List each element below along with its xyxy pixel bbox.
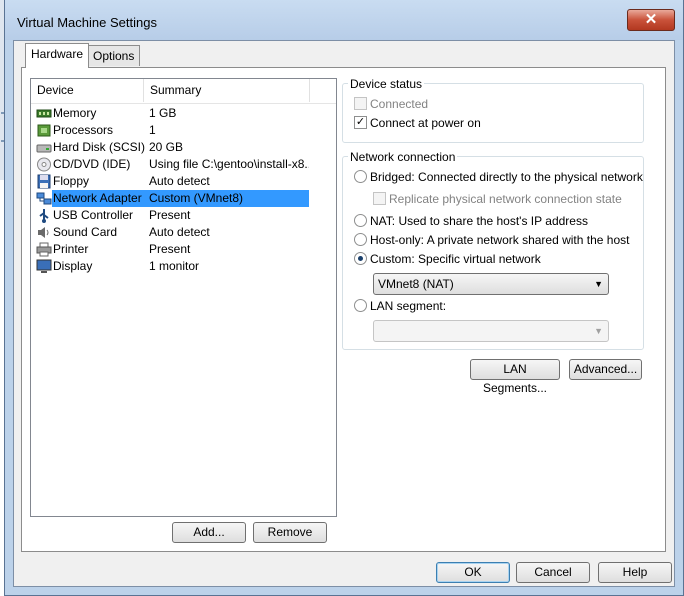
ok-button[interactable]: OK [436, 562, 510, 583]
device-status-group: Device status Connected ✓ Connect at pow… [342, 77, 644, 143]
device-summary: 1 GB [149, 106, 177, 120]
close-button[interactable]: ✕ [627, 9, 675, 31]
custom-network-select[interactable]: VMnet8 (NAT) ▼ [373, 273, 609, 295]
custom-network-value: VMnet8 (NAT) [378, 277, 454, 291]
title-bar[interactable]: Virtual Machine Settings ✕ [5, 0, 683, 40]
device-rows: Memory 1 GB Processors 1 Hard Disk (SCSI) 20 … [31, 105, 336, 275]
device-row[interactable]: Floppy Auto detect [31, 173, 336, 190]
device-name: Memory [53, 106, 97, 120]
device-row[interactable]: Processors 1 [31, 122, 336, 139]
device-summary: Auto detect [149, 225, 210, 239]
device-name: Printer [53, 242, 89, 256]
help-button[interactable]: Help [598, 562, 672, 583]
lan-segments-button[interactable]: LAN Segments... [470, 359, 560, 395]
device-summary: 20 GB [149, 140, 184, 154]
device-row[interactable]: Network Adapter Custom (VMnet8) [31, 190, 336, 207]
display-icon [36, 259, 52, 274]
device-row[interactable]: USB Controller Present [31, 207, 336, 224]
device-summary: Using file C:\gentoo\install-x8... [149, 157, 309, 171]
replicate-checkbox[interactable] [373, 192, 386, 205]
device-name: Network Adapter [53, 191, 142, 205]
device-row[interactable]: Display 1 monitor [31, 258, 336, 275]
lan-segment-select[interactable]: ▼ [373, 320, 609, 342]
device-name: USB Controller [53, 208, 134, 222]
device-row[interactable]: Sound Card Auto detect [31, 224, 336, 241]
network-connection-title: Network connection [348, 150, 458, 164]
floppy-icon [36, 174, 52, 189]
custom-option: Custom: Specific virtual network [354, 251, 639, 267]
custom-radio[interactable] [354, 252, 367, 265]
device-status-title: Device status [348, 77, 425, 91]
custom-label: Custom: Specific virtual network [370, 252, 541, 266]
memory-icon [36, 106, 52, 121]
tab-hardware[interactable]: Hardware [25, 43, 90, 68]
device-list[interactable]: Device Summary Memory 1 GB Processors 1 Hard… [30, 78, 337, 517]
host-only-label: Host-only: A private network shared with… [370, 233, 630, 247]
connected-label: Connected [370, 97, 429, 111]
device-row[interactable]: CD/DVD (IDE) Using file C:\gentoo\install… [31, 156, 336, 173]
close-icon: ✕ [644, 11, 658, 28]
device-summary: Present [149, 242, 191, 256]
device-row[interactable]: Printer Present [31, 241, 336, 258]
nat-radio[interactable] [354, 214, 367, 227]
device-row[interactable]: Hard Disk (SCSI) 20 GB [31, 139, 336, 156]
cancel-button[interactable]: Cancel [516, 562, 590, 583]
bridged-option: Bridged: Connected directly to the physi… [354, 169, 643, 185]
network-adapter-icon [36, 191, 52, 206]
connect-at-power-on-checkbox[interactable]: ✓ [354, 116, 367, 129]
connected-checkbox[interactable] [354, 97, 367, 110]
hardware-panel: Device Summary Memory 1 GB Processors 1 Hard… [21, 67, 666, 552]
chevron-down-icon: ▼ [594, 326, 603, 336]
connect-at-power-on-option: ✓ Connect at power on [354, 115, 554, 131]
connect-at-power-on-label: Connect at power on [370, 116, 481, 130]
nat-label: NAT: Used to share the host's IP address [370, 214, 588, 228]
lan-segment-option: LAN segment: [354, 298, 639, 314]
device-name: Hard Disk (SCSI) [53, 140, 146, 154]
device-list-header: Device Summary [31, 79, 336, 104]
advanced-button[interactable]: Advanced... [569, 359, 642, 380]
device-summary: Present [149, 208, 191, 222]
lan-segment-radio[interactable] [354, 299, 367, 312]
host-only-option: Host-only: A private network shared with… [354, 232, 639, 248]
bridged-radio[interactable] [354, 170, 367, 183]
device-summary: Custom (VMnet8) [149, 191, 244, 205]
device-name: Floppy [53, 174, 90, 188]
network-connection-group: Network connection Bridged: Connected di… [342, 150, 644, 350]
vm-settings-dialog: Virtual Machine Settings ✕ Hardware Opti… [4, 0, 684, 596]
host-only-radio[interactable] [354, 233, 367, 246]
printer-icon [36, 242, 52, 257]
column-header-device[interactable]: Device [31, 79, 144, 102]
device-row[interactable]: Memory 1 GB [31, 105, 336, 122]
device-name: CD/DVD (IDE) [53, 157, 131, 171]
device-name: Processors [53, 123, 114, 137]
device-summary: 1 [149, 123, 156, 137]
device-summary: 1 monitor [149, 259, 200, 273]
sound-card-icon [36, 225, 52, 240]
usb-icon [36, 208, 52, 223]
replicate-option: Replicate physical network connection st… [373, 191, 638, 207]
cd-dvd-icon [36, 157, 52, 172]
chevron-down-icon: ▼ [594, 279, 603, 289]
hard-disk-icon [36, 140, 52, 155]
bridged-label: Bridged: Connected directly to the physi… [370, 170, 643, 184]
dialog-client-area: Hardware Options Device Summary Memory 1 … [13, 40, 675, 587]
nat-option: NAT: Used to share the host's IP address [354, 213, 639, 229]
remove-device-button[interactable]: Remove [253, 522, 327, 543]
processor-icon [36, 123, 52, 138]
tab-options[interactable]: Options [87, 45, 141, 66]
device-name: Sound Card [53, 225, 118, 239]
connected-option: Connected [354, 96, 554, 112]
device-name: Display [53, 259, 93, 273]
device-summary: Auto detect [149, 174, 210, 188]
lan-segment-label: LAN segment: [370, 299, 447, 313]
window-title: Virtual Machine Settings [17, 15, 157, 30]
add-device-button[interactable]: Add... [172, 522, 246, 543]
column-header-summary[interactable]: Summary [144, 79, 310, 102]
replicate-label: Replicate physical network connection st… [389, 192, 622, 206]
